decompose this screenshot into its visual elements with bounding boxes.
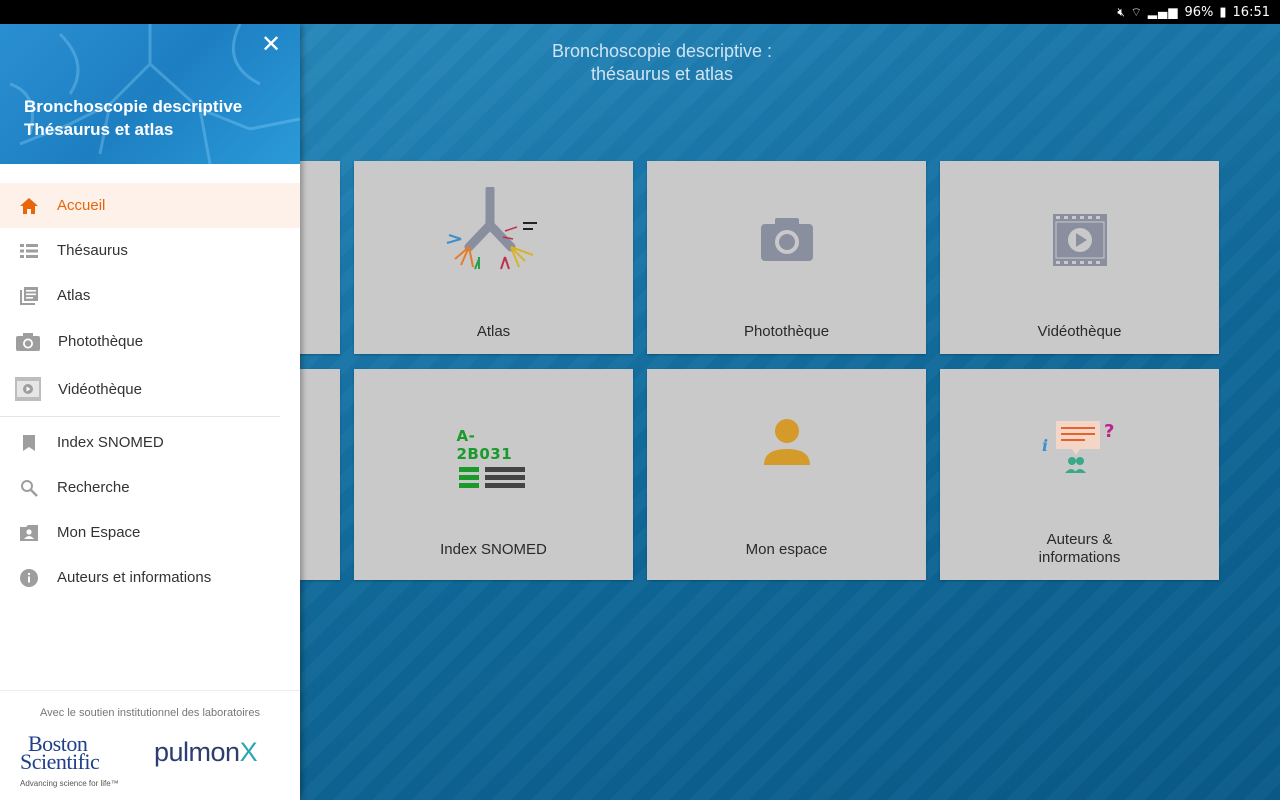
- battery-icon: ▮: [1219, 4, 1227, 20]
- snomed-code-icon: A-2B031: [457, 427, 531, 491]
- menu-label-mon-espace: Mon Espace: [57, 524, 141, 541]
- bookmark-icon: [18, 432, 40, 454]
- menu-item-mon-espace[interactable]: Mon Espace: [0, 510, 300, 555]
- library-icon: [18, 285, 40, 307]
- menu-item-recherche[interactable]: Recherche: [0, 465, 300, 510]
- tile-label-mon-espace: Mon espace: [745, 541, 828, 558]
- video-icon: [15, 377, 41, 401]
- menu-label-phototheque: Photothèque: [58, 333, 144, 350]
- clock: 16:51: [1232, 4, 1270, 20]
- tile-label-atlas: Atlas: [476, 323, 511, 340]
- menu-label-auteurs: Auteurs et informations: [57, 569, 212, 586]
- status-bar: 🔇︎ ⌔ ▂▄▆ 96% ▮ 16:51: [0, 0, 1280, 24]
- pulmonx-logo-text: pulmon: [154, 737, 240, 767]
- page-title: Bronchoscopie descriptive : thésaurus et…: [462, 40, 862, 86]
- tile-mon-espace[interactable]: Mon espace: [647, 369, 926, 580]
- navigation-drawer: ✕ Bronchoscopie descriptive Thésaurus et…: [0, 24, 300, 800]
- drawer-title-line2: Thésaurus et atlas: [24, 120, 174, 139]
- drawer-title: Bronchoscopie descriptive Thésaurus et a…: [24, 95, 242, 141]
- bronchial-background-graphic: [9, 24, 300, 164]
- info-icon: [18, 567, 40, 589]
- person-icon: [762, 419, 812, 472]
- bronchial-tree-icon: [439, 184, 549, 292]
- menu-divider: [0, 416, 280, 417]
- menu-label-accueil: Accueil: [57, 197, 106, 214]
- battery-level: 96%: [1184, 4, 1214, 20]
- camera-icon: [759, 215, 815, 268]
- video-icon: [1052, 213, 1108, 272]
- menu-label-index-snomed: Index SNOMED: [57, 434, 164, 451]
- svg-text:i: i: [1042, 436, 1048, 455]
- pulmonx-logo[interactable]: pulmonX: [154, 737, 258, 768]
- tile-label-auteurs-line1: Auteurs &: [1046, 531, 1113, 548]
- list-icon: [18, 240, 40, 262]
- page-title-line1: Bronchoscopie descriptive :: [551, 41, 773, 61]
- tile-index-snomed[interactable]: A-2B031 Index SNOMED: [354, 369, 633, 580]
- menu-label-videotheque: Vidéothèque: [58, 380, 142, 398]
- close-icon[interactable]: ✕: [260, 33, 282, 57]
- tile-atlas[interactable]: Atlas: [354, 161, 633, 354]
- sponsor-text: Avec le soutien institutionnel des labor…: [40, 707, 260, 719]
- drawer-title-line1: Bronchoscopie descriptive: [24, 97, 243, 116]
- page-title-line2: thésaurus et atlas: [590, 64, 734, 84]
- drawer-header: ✕ Bronchoscopie descriptive Thésaurus et…: [0, 24, 300, 164]
- tile-phototheque[interactable]: Photothèque: [647, 161, 926, 354]
- drawer-menu: Accueil Thésaurus Atlas Photothèque Vidé…: [0, 182, 300, 600]
- menu-label-atlas: Atlas: [57, 287, 91, 304]
- menu-item-atlas[interactable]: Atlas: [0, 273, 300, 318]
- tile-label-index-snomed: Index SNOMED: [440, 541, 547, 558]
- boston-logo-line2: Scientific: [20, 749, 100, 774]
- tile-label-phototheque: Photothèque: [743, 323, 830, 340]
- authors-info-icon: i ?: [1038, 417, 1122, 484]
- menu-label-recherche: Recherche: [57, 479, 130, 496]
- tile-label-auteurs-line2: informations: [1038, 549, 1121, 566]
- camera-icon: [15, 331, 41, 353]
- drawer-footer: Avec le soutien institutionnel des labor…: [0, 690, 300, 800]
- search-icon: [18, 477, 40, 499]
- boston-scientific-logo[interactable]: Boston Scientific Advancing science for …: [20, 733, 119, 793]
- pulmonx-logo-x: X: [239, 737, 258, 767]
- tile-videotheque[interactable]: Vidéothèque: [940, 161, 1219, 354]
- account-box-icon: [18, 522, 40, 544]
- menu-item-index-snomed[interactable]: Index SNOMED: [0, 420, 300, 465]
- menu-item-phototheque[interactable]: Photothèque: [0, 318, 300, 365]
- tile-label-auteurs: Auteurs & informations: [940, 531, 1219, 567]
- svg-text:?: ?: [1104, 421, 1114, 442]
- snomed-code: A-2B031: [456, 427, 513, 463]
- menu-label-thesaurus: Thésaurus: [57, 242, 128, 259]
- tile-label-videotheque: Vidéothèque: [1037, 323, 1122, 340]
- boston-logo-tagline: Advancing science for life™: [20, 779, 119, 788]
- menu-item-videotheque[interactable]: Vidéothèque: [0, 365, 300, 413]
- tile-auteurs-informations[interactable]: i ? Auteurs & informations: [940, 369, 1219, 580]
- menu-item-auteurs[interactable]: Auteurs et informations: [0, 555, 300, 600]
- menu-item-accueil[interactable]: Accueil: [0, 183, 300, 228]
- menu-item-thesaurus[interactable]: Thésaurus: [0, 228, 300, 273]
- home-icon: [18, 195, 40, 217]
- status-icons: 🔇︎ ⌔ ▂▄▆: [1117, 4, 1179, 19]
